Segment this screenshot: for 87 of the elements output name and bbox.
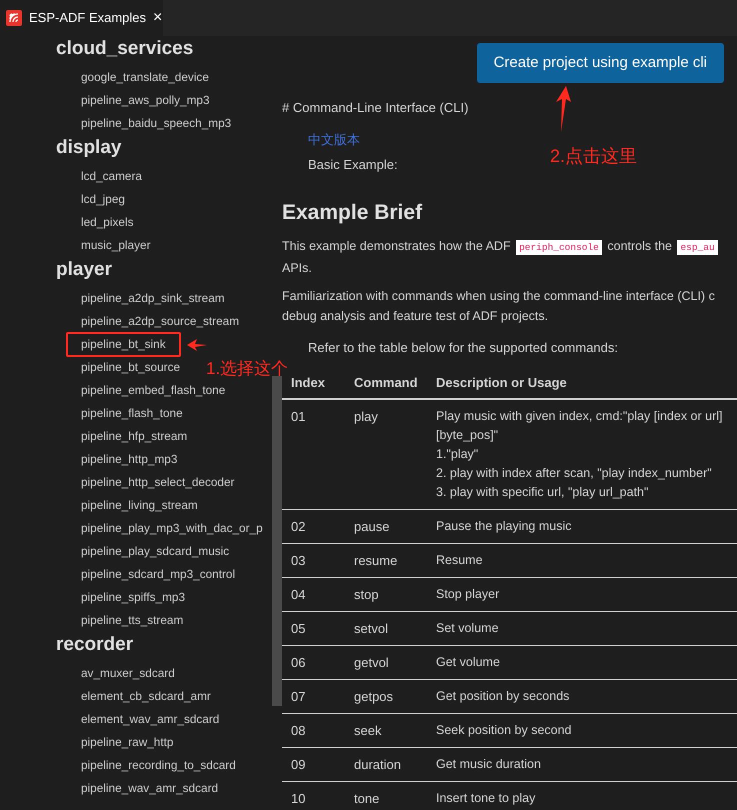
- table-cell-text: seek: [353, 722, 382, 740]
- example-link[interactable]: led_pixels: [66, 212, 134, 234]
- table-cell-text: Get position by seconds: [435, 688, 570, 705]
- table-cell-text: play: [353, 408, 379, 426]
- editor-tab[interactable]: ESP-ADF Examples ×: [0, 0, 163, 36]
- title-line: # Command-Line Interface (CLI): [282, 99, 470, 117]
- table-cell-text: Set volume: [435, 620, 500, 636]
- table-cell-text: 06: [290, 654, 306, 672]
- table-cell-text: Get music duration: [435, 756, 542, 772]
- table-cell-text: Insert tone to play: [435, 790, 536, 807]
- example-link[interactable]: pipeline_living_stream: [66, 494, 198, 516]
- group-heading: player: [55, 258, 113, 282]
- group-heading: cloud_services: [55, 37, 194, 61]
- table-cell-text: Get volume: [435, 654, 501, 670]
- example-link[interactable]: pipeline_play_sdcard_music: [66, 540, 230, 562]
- paragraph-text: debug analysis and feature test of ADF projects.: [282, 309, 548, 323]
- table-cell-text: 10: [290, 790, 306, 808]
- example-link[interactable]: pipeline_spiffs_mp3: [66, 586, 186, 608]
- arrow-icon: [555, 86, 571, 132]
- logo-icon: [6, 10, 22, 26]
- annotation-text: 2.点击这里: [550, 145, 638, 168]
- table-cell-text: 08: [290, 722, 306, 740]
- arrow-icon: [187, 338, 207, 352]
- example-link[interactable]: pipeline_http_select_decoder: [66, 472, 234, 494]
- example-link[interactable]: element_wav_amr_sdcard: [66, 708, 220, 730]
- example-link[interactable]: pipeline_recording_to_sdcard: [66, 754, 236, 776]
- table-intro: Refer to the table below for the supported commands:: [307, 339, 620, 357]
- example-link[interactable]: pipeline_flash_tone: [66, 402, 183, 424]
- table-cell-text: Resume: [435, 552, 484, 568]
- inline-code: esp_au: [677, 240, 718, 255]
- column-header: Index: [290, 374, 326, 392]
- table-cell-text: 02: [290, 518, 306, 536]
- table-cell-text: pause: [353, 518, 390, 536]
- table-cell-text: getpos: [353, 688, 394, 706]
- example-link[interactable]: pipeline_bt_source: [66, 356, 180, 378]
- column-header: Command: [353, 374, 419, 392]
- table-cell-text: 03: [290, 552, 306, 570]
- language-link[interactable]: 中文版本: [308, 130, 360, 149]
- example-link[interactable]: pipeline_wav_amr_sdcard: [66, 778, 218, 800]
- group-heading: display: [55, 136, 122, 160]
- paragraph-text: controls the: [606, 239, 673, 253]
- example-link[interactable]: pipeline_hfp_stream: [66, 426, 188, 448]
- table-cell-text: Stop player: [435, 586, 500, 603]
- paragraph-text: APIs.: [282, 261, 312, 275]
- example-link[interactable]: pipeline_raw_http: [66, 732, 174, 754]
- section-heading: Example Brief: [282, 200, 424, 226]
- table-cell-text: Seek position by second: [435, 722, 573, 739]
- example-link[interactable]: pipeline_a2dp_source_stream: [66, 310, 240, 332]
- table-cell-text: tone: [353, 790, 380, 808]
- close-icon[interactable]: ×: [153, 6, 162, 30]
- tab-title: ESP-ADF Examples: [29, 9, 146, 28]
- example-link[interactable]: pipeline_play_mp3_with_dac_or_p: [66, 518, 263, 540]
- table-cell-text: 01: [290, 408, 306, 426]
- example-link[interactable]: pipeline_http_mp3: [66, 448, 178, 470]
- table-cell-text: duration: [353, 756, 402, 774]
- group-heading: recorder: [55, 633, 134, 657]
- table-cell-text: 05: [290, 620, 306, 638]
- paragraph-text: Familiarization with commands when using the command-line interface (CLI) c: [282, 289, 715, 303]
- example-link[interactable]: lcd_jpeg: [66, 188, 125, 210]
- example-link[interactable]: google_translate_device: [66, 66, 209, 88]
- example-link[interactable]: pipeline_aws_polly_mp3: [66, 90, 210, 112]
- example-link[interactable]: lcd_camera: [66, 166, 142, 188]
- inline-code: periph_console: [516, 240, 602, 255]
- example-link[interactable]: pipeline_a2dp_sink_stream: [66, 288, 225, 310]
- scrollbar[interactable]: [272, 376, 282, 706]
- example-link[interactable]: element_cb_sdcard_amr: [66, 686, 211, 708]
- table-cell-text: 04: [290, 586, 306, 604]
- table-cell-text: stop: [353, 586, 380, 604]
- table-cell-text: Play music with given index, cmd:"play [index or url] [byte_pos]" 1."play" 2. play with index after scan, "play index_number" 3. play with specific url, "play url_path": [435, 408, 724, 501]
- subtitle: Basic Example:: [308, 156, 398, 174]
- column-header: Description or Usage: [435, 374, 568, 392]
- table-cell-text: resume: [353, 552, 398, 570]
- table-cell-text: Pause the playing music: [435, 518, 572, 535]
- example-link[interactable]: pipeline_embed_flash_tone: [66, 380, 226, 402]
- annotation-text: 1.选择这个: [206, 358, 288, 380]
- example-link[interactable]: music_player: [66, 234, 150, 256]
- table-cell-text: 07: [290, 688, 306, 706]
- create-project-button[interactable]: Create project using example cli: [476, 43, 724, 83]
- example-link[interactable]: pipeline_baidu_speech_mp3: [66, 112, 232, 134]
- example-link[interactable]: pipeline_sdcard_mp3_control: [66, 564, 236, 586]
- table-cell-text: getvol: [353, 654, 390, 672]
- paragraph-text: This example demonstrates how the ADF: [282, 239, 512, 253]
- example-link[interactable]: pipeline_tts_stream: [66, 610, 184, 632]
- table-cell-text: 09: [290, 756, 306, 774]
- table-cell-text: setvol: [353, 620, 389, 638]
- example-link[interactable]: pipeline_bt_sink: [66, 332, 181, 358]
- example-link[interactable]: av_muxer_sdcard: [66, 662, 175, 684]
